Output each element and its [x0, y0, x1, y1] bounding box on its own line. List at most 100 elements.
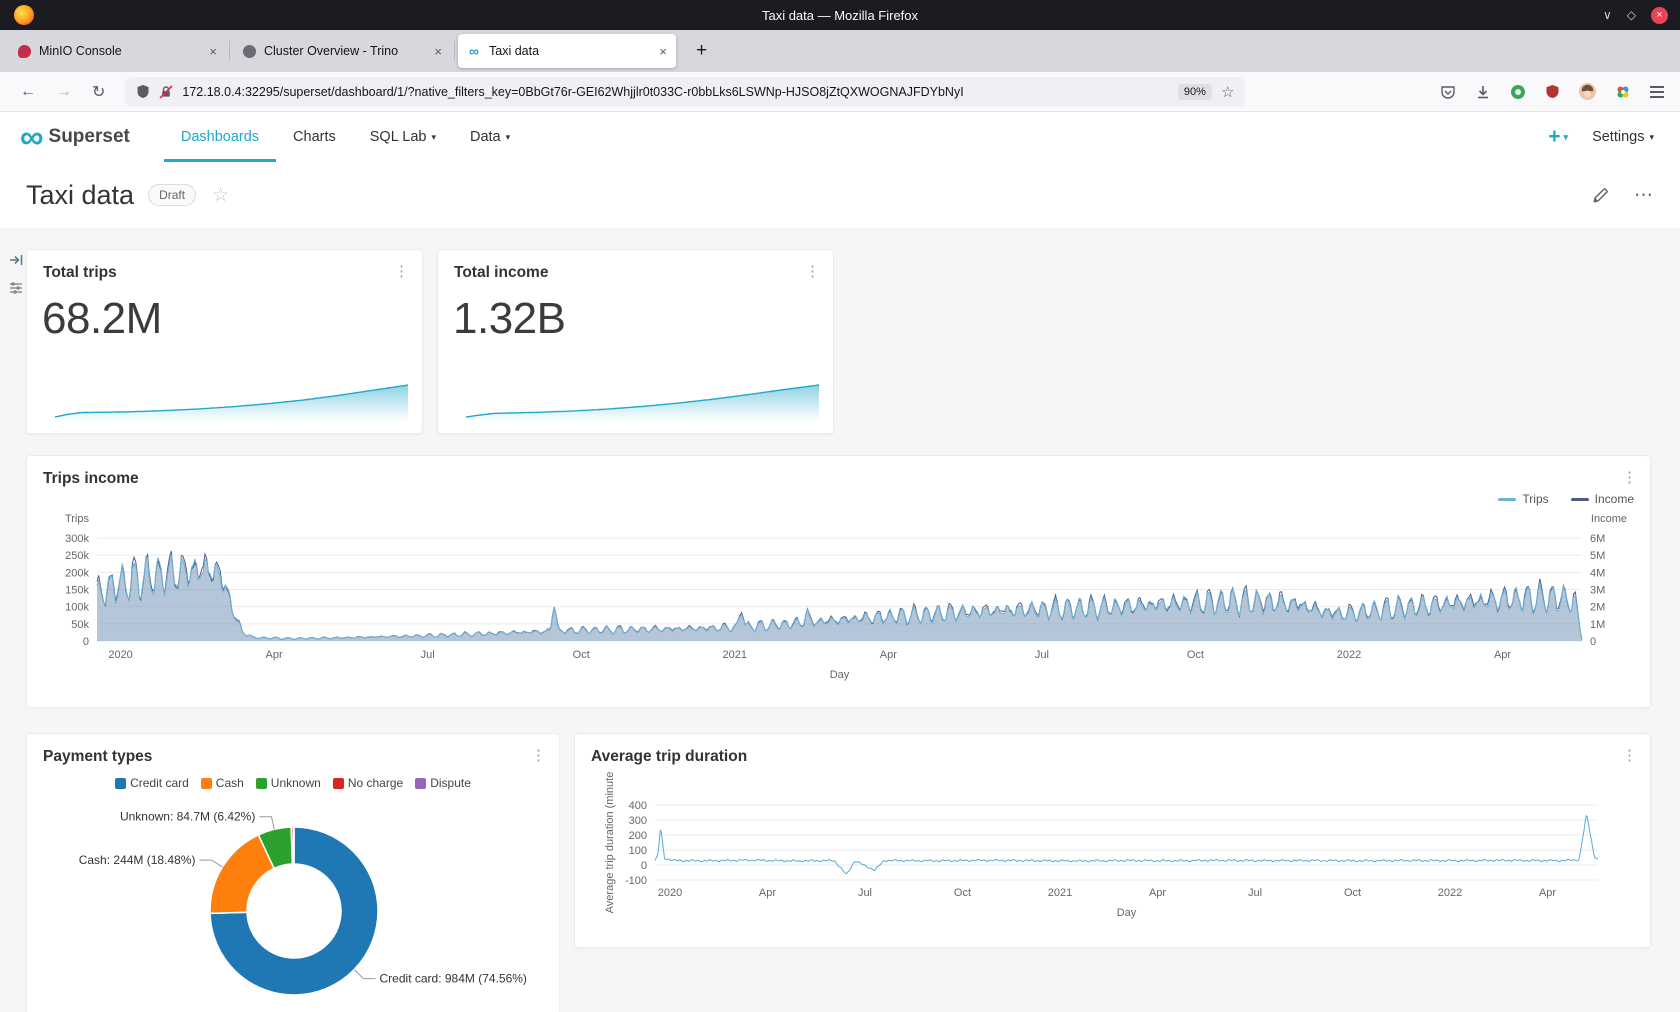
tick-label: 3M — [1590, 585, 1605, 597]
callout-line — [259, 817, 274, 830]
expand-filter-bar-icon[interactable] — [8, 252, 24, 268]
close-tab-icon[interactable]: × — [434, 44, 442, 59]
x-axis-title: Day — [830, 669, 850, 681]
close-tab-icon[interactable]: × — [209, 44, 217, 59]
tick-label: Apr — [759, 887, 776, 899]
tab-minio-console[interactable]: MinIO Console × — [8, 34, 226, 68]
insecure-lock-icon[interactable] — [159, 85, 173, 99]
tick-label: 300 — [629, 815, 647, 827]
tab-trino-cluster-overview[interactable]: Cluster Overview - Trino × — [233, 34, 451, 68]
tick-label: 2022 — [1438, 887, 1462, 899]
total-income-value: 1.32B — [453, 294, 565, 344]
x-axis-title: Day — [1117, 907, 1137, 919]
chevron-down-icon[interactable]: ∨ — [1603, 8, 1612, 22]
more-options-icon[interactable]: ⋮ — [394, 262, 409, 280]
legend-item-credit-card[interactable]: Credit card — [115, 776, 189, 790]
window-titlebar: Taxi data — Mozilla Firefox ∨ ◇ × — [0, 0, 1680, 30]
callout-line — [200, 860, 223, 867]
tab-taxi-data[interactable]: ∞ Taxi data × — [458, 34, 676, 68]
superset-header: ∞ Superset Dashboards Charts SQL Lab▾ Da… — [0, 112, 1680, 162]
tick-label: 250k — [65, 550, 89, 562]
restore-window-icon[interactable]: ◇ — [1627, 8, 1636, 22]
close-window-icon[interactable]: × — [1651, 7, 1668, 24]
tab-separator — [454, 41, 455, 61]
tracking-shield-icon[interactable] — [136, 84, 150, 99]
extension-green-icon[interactable] — [1510, 84, 1526, 100]
filter-sliders-icon[interactable] — [8, 280, 24, 296]
more-options-icon[interactable]: ⋮ — [531, 746, 546, 764]
toolbar-icons — [1440, 83, 1664, 101]
forward-button[interactable]: → — [56, 83, 72, 101]
tab-label: MinIO Console — [39, 44, 201, 58]
more-options-icon[interactable]: ⋮ — [805, 262, 820, 280]
trino-favicon-icon — [242, 44, 256, 58]
favorite-star-icon[interactable]: ☆ — [212, 184, 229, 207]
pocket-icon[interactable] — [1440, 84, 1456, 100]
callout-line — [354, 970, 375, 979]
legend-item-cash[interactable]: Cash — [201, 776, 244, 790]
legend-item-unknown[interactable]: Unknown — [256, 776, 321, 790]
total-income-card: Total income ⋮ 1.32B — [437, 249, 834, 434]
legend-label: Credit card — [130, 776, 189, 790]
url-text[interactable]: 172.18.0.4:32295/superset/dashboard/1/?n… — [182, 85, 1169, 99]
superset-logo[interactable]: ∞ Superset — [20, 123, 130, 151]
minio-favicon-icon — [17, 44, 31, 58]
more-options-icon[interactable]: ⋮ — [1622, 746, 1637, 764]
tick-label: 300k — [65, 533, 89, 545]
tab-label: Taxi data — [489, 44, 651, 58]
legend-item-dispute[interactable]: Dispute — [415, 776, 471, 790]
new-dropdown-button[interactable]: +▾ — [1548, 125, 1568, 149]
tick-label: 2M — [1590, 602, 1605, 614]
tick-label: Jul — [1248, 887, 1262, 899]
zoom-indicator[interactable]: 90% — [1178, 84, 1212, 100]
tick-label: 2020 — [108, 649, 132, 661]
downloads-icon[interactable] — [1475, 84, 1491, 100]
nav-item-sql-lab[interactable]: SQL Lab▾ — [353, 112, 453, 162]
legend-swatch — [333, 778, 344, 789]
edit-pencil-icon[interactable] — [1592, 186, 1610, 204]
tick-label: Oct — [1187, 649, 1204, 661]
settings-menu[interactable]: Settings▾ — [1592, 129, 1654, 145]
browser-toolbar: ← → ↻ 172.18.0.4:32295/superset/dashboar… — [0, 72, 1680, 112]
tab-separator — [229, 41, 230, 61]
more-options-icon[interactable]: ⋯ — [1634, 184, 1654, 207]
extension-pinwheel-icon[interactable] — [1615, 84, 1631, 100]
legend-item-income[interactable]: Income — [1571, 492, 1634, 506]
account-avatar-icon[interactable] — [1579, 83, 1596, 100]
legend-item-trips[interactable]: Trips — [1498, 492, 1548, 506]
dashboard-actions: ⋯ — [1592, 184, 1654, 207]
chevron-down-icon: ▾ — [1649, 132, 1654, 143]
filter-bar-collapsed — [8, 252, 24, 296]
average-trip-duration-card: 4003002001000-1002020AprJulOct2021AprJul… — [574, 733, 1651, 948]
tick-label: 0 — [641, 860, 647, 872]
reload-button[interactable]: ↻ — [92, 82, 105, 102]
window-controls: ∨ ◇ × — [1603, 0, 1668, 30]
sparkline-area — [55, 385, 408, 421]
tick-label: 2020 — [658, 887, 682, 899]
nav-item-charts[interactable]: Charts — [276, 112, 353, 162]
menu-hamburger-icon[interactable] — [1650, 83, 1664, 101]
tick-label: Apr — [1539, 887, 1556, 899]
legend-item-no-charge[interactable]: No charge — [333, 776, 403, 790]
chart-title: Total income — [454, 264, 548, 282]
y-axis-title: Average trip duration (minute — [604, 772, 616, 914]
plus-icon: + — [1548, 125, 1560, 149]
new-tab-button[interactable]: + — [688, 40, 715, 62]
url-bar[interactable]: 172.18.0.4:32295/superset/dashboard/1/?n… — [125, 77, 1245, 107]
bookmark-star-icon[interactable]: ☆ — [1221, 83, 1234, 101]
legend-swatch — [201, 778, 212, 789]
tick-label: 100k — [65, 602, 89, 614]
trips-income-card: 300k6M250k5M200k4M150k3M100k2M50k1M00Tri… — [26, 455, 1651, 708]
nav-item-dashboards[interactable]: Dashboards — [164, 112, 276, 162]
back-button[interactable]: ← — [20, 83, 36, 101]
page-title: Taxi data — [26, 180, 134, 211]
ublock-shield-icon[interactable] — [1545, 84, 1560, 99]
tick-label: 2021 — [723, 649, 747, 661]
close-tab-icon[interactable]: × — [659, 44, 667, 59]
legend-label: Income — [1595, 492, 1634, 506]
nav-label: Dashboards — [181, 129, 259, 145]
more-options-icon[interactable]: ⋮ — [1622, 468, 1637, 486]
nav-item-data[interactable]: Data▾ — [453, 112, 527, 162]
legend: Trips Income — [1498, 492, 1634, 506]
tick-label: Oct — [573, 649, 590, 661]
